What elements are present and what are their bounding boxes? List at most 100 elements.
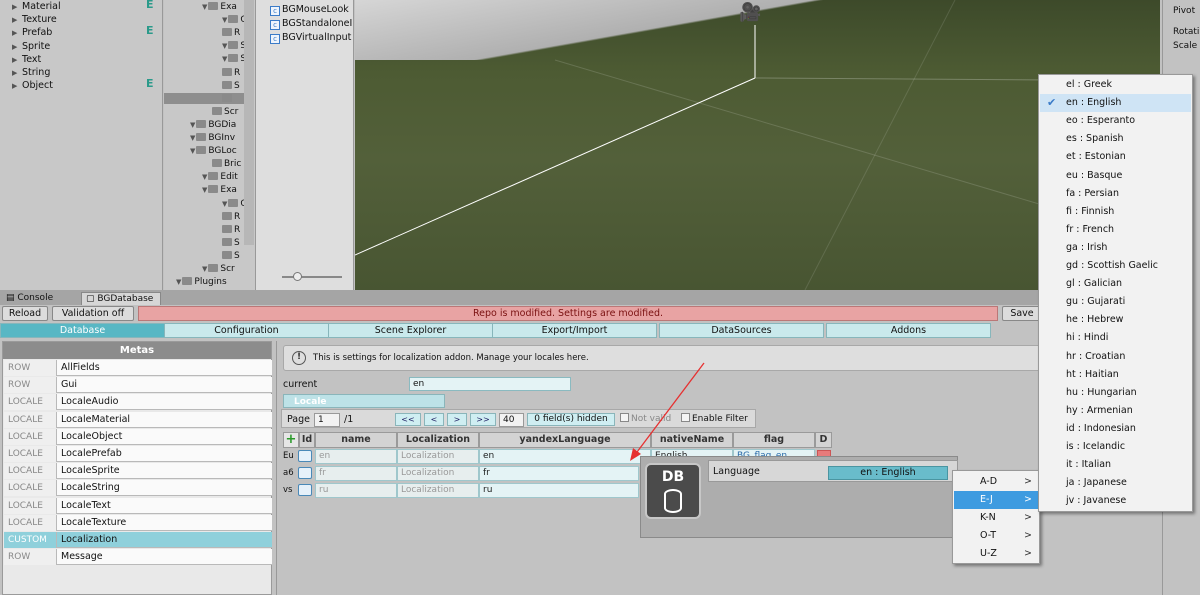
expand-arrow-icon[interactable]: ▼	[222, 55, 227, 63]
expand-arrow-icon[interactable]: ▼	[176, 278, 181, 286]
hierarchy-item[interactable]: ▼ BGDia	[190, 119, 236, 132]
meta-row[interactable]: LOCALE LocalePrefab	[4, 446, 272, 462]
meta-row[interactable]: LOCALE LocaleString	[4, 480, 272, 497]
meta-row[interactable]: LOCALE LocaleText	[4, 497, 272, 514]
meta-row[interactable]: ROW AllFields	[4, 360, 272, 376]
expand-arrow-icon[interactable]: ▼	[202, 265, 207, 273]
tab-scene-explorer[interactable]: Scene Explorer	[328, 323, 493, 338]
project-tree-item[interactable]: ▶ Material	[12, 0, 61, 13]
language-menu-item[interactable]: id : Indonesian	[1040, 420, 1191, 438]
language-menu-item[interactable]: jv : Javanese	[1040, 492, 1191, 510]
language-dropdown[interactable]: en : English	[828, 466, 948, 480]
prev-page-button[interactable]: <	[424, 413, 444, 426]
last-page-button[interactable]: >>	[470, 413, 496, 426]
hierarchy-item[interactable]: R	[222, 211, 240, 224]
project-tree-item[interactable]: ▶ Texture	[12, 13, 57, 26]
column-header-name[interactable]: name	[315, 432, 397, 448]
expand-arrow-icon[interactable]: ▼	[190, 134, 195, 142]
file-item[interactable]: c BGStandaloneI	[270, 17, 352, 31]
project-tree-item[interactable]: ▶ Object	[12, 79, 53, 92]
first-page-button[interactable]: <<	[395, 413, 421, 426]
language-menu-item[interactable]: hi : Hindi	[1040, 329, 1191, 347]
language-menu-item[interactable]: fi : Finnish	[1040, 203, 1191, 221]
current-locale-field[interactable]: en	[409, 377, 571, 391]
file-item[interactable]: c BGVirtualInput	[270, 31, 351, 45]
tab-addons[interactable]: Addons	[826, 323, 991, 338]
language-menu-item[interactable]: et : Estonian	[1040, 148, 1191, 166]
hierarchy-item[interactable]: R	[222, 27, 240, 40]
hidden-fields-button[interactable]: 0 field(s) hidden	[527, 413, 615, 426]
row-menu-icon[interactable]	[298, 484, 312, 496]
meta-row[interactable]: LOCALE LocaleObject	[4, 428, 272, 445]
hierarchy-item[interactable]: ▼ Edit	[202, 171, 238, 184]
language-menu-item[interactable]: fr : French	[1040, 221, 1191, 239]
expand-arrow-icon[interactable]: ▶	[12, 14, 22, 27]
hierarchy-item[interactable]	[222, 93, 234, 106]
expand-arrow-icon[interactable]: ▼	[202, 3, 207, 11]
tab-bgdatabase[interactable]: ▢ BGDatabase	[81, 292, 161, 305]
hierarchy-item[interactable]: ▼ Plugins	[176, 276, 227, 289]
expand-arrow-icon[interactable]: ▶	[12, 1, 22, 14]
language-menu-item[interactable]: eu : Basque	[1040, 167, 1191, 185]
hierarchy-item[interactable]: ▼C	[222, 198, 247, 211]
validation-toggle[interactable]: Validation off	[52, 306, 134, 321]
expand-arrow-icon[interactable]: ▶	[12, 41, 22, 54]
hierarchy-item[interactable]: R	[222, 224, 240, 237]
expand-arrow-icon[interactable]: ▶	[12, 67, 22, 80]
row-menu-icon[interactable]	[298, 467, 312, 479]
range-menu-item[interactable]: O-T >	[954, 527, 1038, 545]
expand-arrow-icon[interactable]: ▶	[12, 80, 22, 93]
page-input[interactable]: 1	[314, 413, 340, 427]
language-menu-item[interactable]: ✔ en : English	[1040, 94, 1191, 113]
next-page-button[interactable]: >	[447, 413, 467, 426]
expand-arrow-icon[interactable]: ▼	[222, 42, 227, 50]
language-menu-item[interactable]: is : Icelandic	[1040, 438, 1191, 456]
language-menu-item[interactable]: hy : Armenian	[1040, 402, 1191, 420]
hierarchy-item[interactable]: ▼C	[222, 14, 247, 27]
tab-locale[interactable]: Locale	[283, 394, 445, 408]
tab-configuration[interactable]: Configuration	[164, 323, 329, 338]
camera-icon[interactable]: 🎥	[739, 2, 761, 23]
column-header-localization[interactable]: Localization	[397, 432, 479, 448]
range-menu-item[interactable]: U-Z >	[954, 545, 1038, 563]
hierarchy-item[interactable]: ▼ Exa	[202, 184, 237, 197]
expand-arrow-icon[interactable]: ▼	[222, 200, 227, 208]
expand-arrow-icon[interactable]: ▼	[202, 186, 207, 194]
meta-row[interactable]: ROW Gui	[4, 377, 272, 394]
expand-arrow-icon[interactable]: ▼	[190, 147, 195, 155]
expand-arrow-icon[interactable]: ▶	[12, 54, 22, 67]
per-page-input[interactable]: 40	[499, 413, 524, 427]
project-tree-item[interactable]: ▶ Prefab	[12, 26, 52, 39]
hierarchy-scrollbar[interactable]	[244, 0, 254, 245]
expand-arrow-icon[interactable]: ▶	[12, 27, 22, 40]
language-menu-item[interactable]: es : Spanish	[1040, 130, 1191, 148]
tab-database[interactable]: Database	[0, 323, 165, 338]
range-menu-item[interactable]: K-N >	[954, 509, 1038, 527]
meta-row[interactable]: LOCALE LocaleMaterial	[4, 411, 272, 428]
column-header-delete[interactable]: D	[815, 432, 832, 448]
hierarchy-item[interactable]: S	[222, 237, 240, 250]
language-menu-item[interactable]: gu : Gujarati	[1040, 293, 1191, 311]
tab-console[interactable]: ▤ Console	[2, 292, 57, 305]
language-menu-item[interactable]: el : Greek	[1040, 76, 1191, 94]
row-menu-icon[interactable]	[298, 450, 312, 462]
meta-row[interactable]: ROW Message	[4, 549, 272, 566]
reload-button[interactable]: Reload	[2, 306, 48, 321]
hierarchy-item[interactable]: ▼ Scr	[202, 263, 235, 276]
hierarchy-item[interactable]: S	[222, 80, 240, 93]
hierarchy-item[interactable]: ▼ Exa	[202, 1, 237, 14]
tab-datasources[interactable]: DataSources	[659, 323, 824, 338]
expand-arrow-icon[interactable]: ▼	[222, 16, 227, 24]
language-menu-item[interactable]: ga : Irish	[1040, 239, 1191, 257]
project-tree-item[interactable]: ▶ String	[12, 66, 50, 79]
hierarchy-item[interactable]: Scr	[212, 106, 238, 119]
column-header-id[interactable]: Id	[299, 432, 315, 448]
zoom-slider-track[interactable]	[282, 276, 342, 278]
meta-row[interactable]: LOCALE LocaleSprite	[4, 463, 272, 480]
add-row-button[interactable]: +	[283, 432, 299, 448]
expand-arrow-icon[interactable]: ▼	[202, 173, 207, 181]
save-button[interactable]: Save	[1002, 306, 1042, 321]
project-tree-item[interactable]: ▶ Sprite	[12, 40, 50, 53]
hierarchy-item[interactable]: ▼ BGInv	[190, 132, 235, 145]
cell-yandexlanguage[interactable]: ru	[479, 483, 639, 498]
